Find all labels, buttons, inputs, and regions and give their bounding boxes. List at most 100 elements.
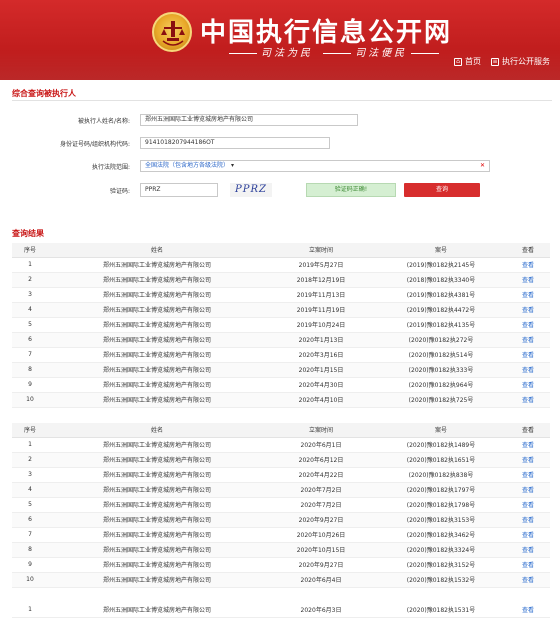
row-name: 郑州五洲国际工业博览城房地产有限公司 xyxy=(48,572,266,588)
row-filing-date: 2020年6月3日 xyxy=(266,602,376,618)
row-filing-date: 2020年4月30日 xyxy=(266,377,376,393)
col-date: 立案时间 xyxy=(266,423,376,438)
table-row: 10 郑州五洲国际工业博览城房地产有限公司 2020年4月10日 (2020)豫018… xyxy=(12,392,550,408)
row-case-number: (2020)豫0182执3462号 xyxy=(376,527,506,543)
row-filing-date: 2020年9月27日 xyxy=(266,557,376,573)
row-case-number: (2020)豫0182执1797号 xyxy=(376,482,506,498)
top-nav: ⌂ 首页 ≡ 执行公开服务 xyxy=(454,56,550,67)
table-row: 6 郑州五洲国际工业博览城房地产有限公司 2020年1月13日 (2020)豫0182… xyxy=(12,332,550,348)
view-link[interactable]: 查看 xyxy=(506,392,550,408)
name-label: 被执行人姓名/名称: xyxy=(77,117,130,125)
row-name: 郑州五洲国际工业博览城房地产有限公司 xyxy=(48,347,266,363)
results-table-1: 序号 姓名 立案时间 案号 查看 1 郑州五洲国际工业博览城房地产有限公司 2019… xyxy=(12,243,550,408)
query-button[interactable]: 查询 xyxy=(404,183,480,197)
site-header: 中国执行信息公开网 司法为民 司法便民 ⌂ 首页 ≡ 执行公开服务 xyxy=(0,0,560,80)
row-name: 郑州五洲国际工业博览城房地产有限公司 xyxy=(48,497,266,513)
table-row: 2 郑州五洲国际工业博览城房地产有限公司 2020年6月12日 (2020)豫0182… xyxy=(12,452,550,468)
view-link[interactable]: 查看 xyxy=(506,437,550,453)
view-link[interactable]: 查看 xyxy=(506,377,550,393)
row-filing-date: 2020年10月26日 xyxy=(266,527,376,543)
row-filing-date: 2020年9月27日 xyxy=(266,512,376,528)
captcha-verified-badge: 验证码正确! xyxy=(306,183,396,197)
nav-home[interactable]: ⌂ 首页 xyxy=(454,56,481,67)
table-row: 2 郑州五洲国际工业博览城房地产有限公司 2018年12月19日 (2018)豫018… xyxy=(12,272,550,288)
row-index: 7 xyxy=(12,527,48,543)
col-case: 案号 xyxy=(376,243,506,258)
row-name: 郑州五洲国际工业博览城房地产有限公司 xyxy=(48,437,266,453)
row-case-number: (2020)豫0182执1489号 xyxy=(376,437,506,453)
row-name: 郑州五洲国际工业博览城房地产有限公司 xyxy=(48,467,266,483)
row-filing-date: 2020年1月15日 xyxy=(266,362,376,378)
col-name: 姓名 xyxy=(48,423,266,438)
row-name: 郑州五洲国际工业博览城房地产有限公司 xyxy=(48,512,266,528)
view-link[interactable]: 查看 xyxy=(506,542,550,558)
id-input[interactable]: 9141018207944186OT xyxy=(140,137,330,149)
nav-public-service[interactable]: ≡ 执行公开服务 xyxy=(491,56,550,67)
table-row: 1 郑州五洲国际工业博览城房地产有限公司 2019年5月27日 (2019)豫0182… xyxy=(12,257,550,273)
col-name: 姓名 xyxy=(48,243,266,258)
table-row: 9 郑州五洲国际工业博览城房地产有限公司 2020年9月27日 (2020)豫0182… xyxy=(12,557,550,573)
view-link[interactable]: 查看 xyxy=(506,317,550,333)
row-name: 郑州五洲国际工业博览城房地产有限公司 xyxy=(48,272,266,288)
row-filing-date: 2019年5月27日 xyxy=(266,257,376,273)
clear-icon[interactable]: ✕ xyxy=(480,161,485,171)
view-link[interactable]: 查看 xyxy=(506,602,550,618)
view-link[interactable]: 查看 xyxy=(506,302,550,318)
view-link[interactable]: 查看 xyxy=(506,272,550,288)
row-filing-date: 2020年6月12日 xyxy=(266,452,376,468)
table-row: 4 郑州五洲国际工业博览城房地产有限公司 2019年11月19日 (2019)豫018… xyxy=(12,302,550,318)
table-row: 4 郑州五洲国际工业博览城房地产有限公司 2020年7月2日 (2020)豫0182执… xyxy=(12,482,550,498)
row-name: 郑州五洲国际工业博览城房地产有限公司 xyxy=(48,482,266,498)
view-link[interactable]: 查看 xyxy=(506,257,550,273)
row-case-number: (2020)豫0182执272号 xyxy=(376,332,506,348)
view-link[interactable]: 查看 xyxy=(506,362,550,378)
view-link[interactable]: 查看 xyxy=(506,497,550,513)
id-row: 身份证号码/组织机构代码: 9141018207944186OT xyxy=(0,137,330,149)
captcha-image[interactable]: PPRZ xyxy=(230,183,272,197)
slogan-right: 司法便民 xyxy=(355,48,408,59)
row-name: 郑州五洲国际工业博览城房地产有限公司 xyxy=(48,377,266,393)
row-case-number: (2020)豫0182执3153号 xyxy=(376,512,506,528)
captcha-row: 验证码: PPRZ PPRZ 验证码正确! 查询 xyxy=(0,183,480,197)
col-index: 序号 xyxy=(12,243,48,258)
id-label: 身份证号码/组织机构代码: xyxy=(59,140,130,148)
name-input[interactable]: 郑州五洲国际工业博览城房地产有限公司 xyxy=(140,114,358,126)
row-name: 郑州五洲国际工业博览城房地产有限公司 xyxy=(48,302,266,318)
view-link[interactable]: 查看 xyxy=(506,347,550,363)
view-link[interactable]: 查看 xyxy=(506,572,550,588)
captcha-input[interactable]: PPRZ xyxy=(140,183,218,197)
view-link[interactable]: 查看 xyxy=(506,482,550,498)
row-filing-date: 2019年11月13日 xyxy=(266,287,376,303)
table-row: 3 郑州五洲国际工业博览城房地产有限公司 2020年4月22日 (2020)豫0182… xyxy=(12,467,550,483)
row-filing-date: 2020年7月2日 xyxy=(266,482,376,498)
row-filing-date: 2020年7月2日 xyxy=(266,497,376,513)
row-filing-date: 2018年12月19日 xyxy=(266,272,376,288)
view-link[interactable]: 查看 xyxy=(506,452,550,468)
row-name: 郑州五洲国际工业博览城房地产有限公司 xyxy=(48,602,266,618)
row-index: 10 xyxy=(12,572,48,588)
table-row: 7 郑州五洲国际工业博览城房地产有限公司 2020年10月26日 (2020)豫018… xyxy=(12,527,550,543)
view-link[interactable]: 查看 xyxy=(506,527,550,543)
row-index: 6 xyxy=(12,512,48,528)
row-case-number: (2020)豫0182执1798号 xyxy=(376,497,506,513)
row-index: 1 xyxy=(12,257,48,273)
table-row: 1 郑州五洲国际工业博览城房地产有限公司 2020年6月3日 (2020)豫0182执… xyxy=(12,602,550,618)
row-case-number: (2018)豫0182执3340号 xyxy=(376,272,506,288)
table-row: 10 郑州五洲国际工业博览城房地产有限公司 2020年6月4日 (2020)豫0182… xyxy=(12,572,550,588)
row-name: 郑州五洲国际工业博览城房地产有限公司 xyxy=(48,332,266,348)
table-header: 序号 姓名 立案时间 案号 查看 xyxy=(12,423,550,438)
row-filing-date: 2020年4月10日 xyxy=(266,392,376,408)
row-case-number: (2020)豫0182执333号 xyxy=(376,362,506,378)
court-select[interactable]: 全国法院（包含地方各级法院） ▾ ✕ xyxy=(140,160,490,172)
view-link[interactable]: 查看 xyxy=(506,287,550,303)
row-name: 郑州五洲国际工业博览城房地产有限公司 xyxy=(48,527,266,543)
view-link[interactable]: 查看 xyxy=(506,332,550,348)
nav-home-label: 首页 xyxy=(465,57,481,66)
view-link[interactable]: 查看 xyxy=(506,467,550,483)
court-row: 执行法院范围: 全国法院（包含地方各级法院） ▾ ✕ xyxy=(0,160,490,172)
row-index: 3 xyxy=(12,287,48,303)
row-name: 郑州五洲国际工业博览城房地产有限公司 xyxy=(48,542,266,558)
row-name: 郑州五洲国际工业博览城房地产有限公司 xyxy=(48,287,266,303)
view-link[interactable]: 查看 xyxy=(506,512,550,528)
view-link[interactable]: 查看 xyxy=(506,557,550,573)
